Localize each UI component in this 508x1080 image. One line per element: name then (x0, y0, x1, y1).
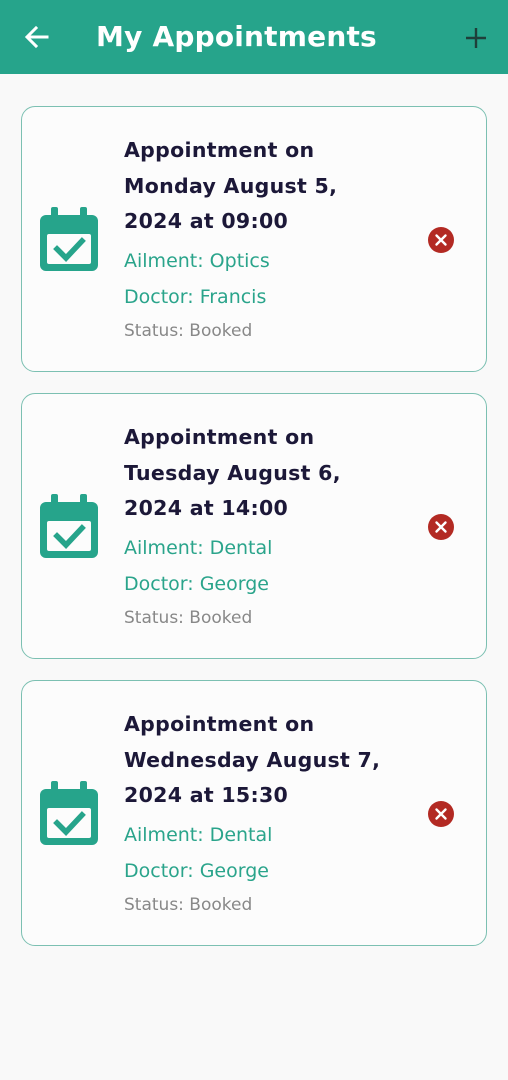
appointment-heading-line: Appointment on (124, 425, 315, 449)
appointment-heading-line: Appointment on (124, 138, 315, 162)
appointment-date-line: Monday August 5, (124, 173, 338, 198)
cancel-circle-icon (428, 514, 454, 540)
appointment-details: Appointment on Wednesday August 7, 2024 … (124, 707, 424, 921)
appointment-ailment: Ailment: Dental (124, 536, 273, 559)
add-appointment-button[interactable] (462, 24, 490, 52)
appointment-card[interactable]: Appointment on Monday August 5, 2024 at … (21, 106, 487, 372)
calendar-check-icon (40, 781, 98, 845)
appointment-doctor: Doctor: George (124, 572, 269, 595)
appointment-heading-line: Appointment on (124, 712, 315, 736)
arrow-left-icon (24, 25, 49, 49)
appointment-ailment: Ailment: Dental (124, 823, 273, 846)
calendar-check-icon (40, 207, 98, 271)
appointment-details: Appointment on Tuesday August 6, 2024 at… (124, 420, 424, 634)
appointments-list: Appointment on Monday August 5, 2024 at … (21, 106, 487, 967)
appointment-card[interactable]: Appointment on Wednesday August 7, 2024 … (21, 680, 487, 946)
calendar-check-icon (40, 494, 98, 558)
cancel-circle-icon (428, 227, 454, 253)
back-button[interactable] (22, 22, 52, 52)
appointment-heading: Appointment on Tuesday August 6, 2024 at… (124, 420, 424, 527)
appointment-status: Status: Booked (124, 320, 253, 341)
cancel-appointment-button[interactable] (427, 513, 455, 541)
cancel-appointment-button[interactable] (427, 226, 455, 254)
app-bar: My Appointments (0, 0, 508, 74)
appointment-card[interactable]: Appointment on Tuesday August 6, 2024 at… (21, 393, 487, 659)
appointment-heading: Appointment on Monday August 5, 2024 at … (124, 133, 424, 240)
appointment-status: Status: Booked (124, 607, 253, 628)
appointment-time-line: 2024 at 15:30 (124, 783, 289, 807)
appointment-ailment: Ailment: Optics (124, 249, 270, 272)
appointment-doctor: Doctor: Francis (124, 285, 267, 308)
page-title: My Appointments (96, 20, 377, 53)
cancel-appointment-button[interactable] (427, 800, 455, 828)
appointment-details: Appointment on Monday August 5, 2024 at … (124, 133, 424, 347)
plus-icon (466, 28, 486, 48)
appointment-doctor: Doctor: George (124, 859, 269, 882)
appointment-status: Status: Booked (124, 894, 253, 915)
appointment-time-line: 2024 at 09:00 (124, 209, 289, 233)
appointment-date-line: Wednesday August 7, (124, 747, 381, 772)
appointment-heading: Appointment on Wednesday August 7, 2024 … (124, 707, 424, 814)
appointment-date-line: Tuesday August 6, (124, 460, 341, 485)
cancel-circle-icon (428, 801, 454, 827)
appointment-time-line: 2024 at 14:00 (124, 496, 289, 520)
